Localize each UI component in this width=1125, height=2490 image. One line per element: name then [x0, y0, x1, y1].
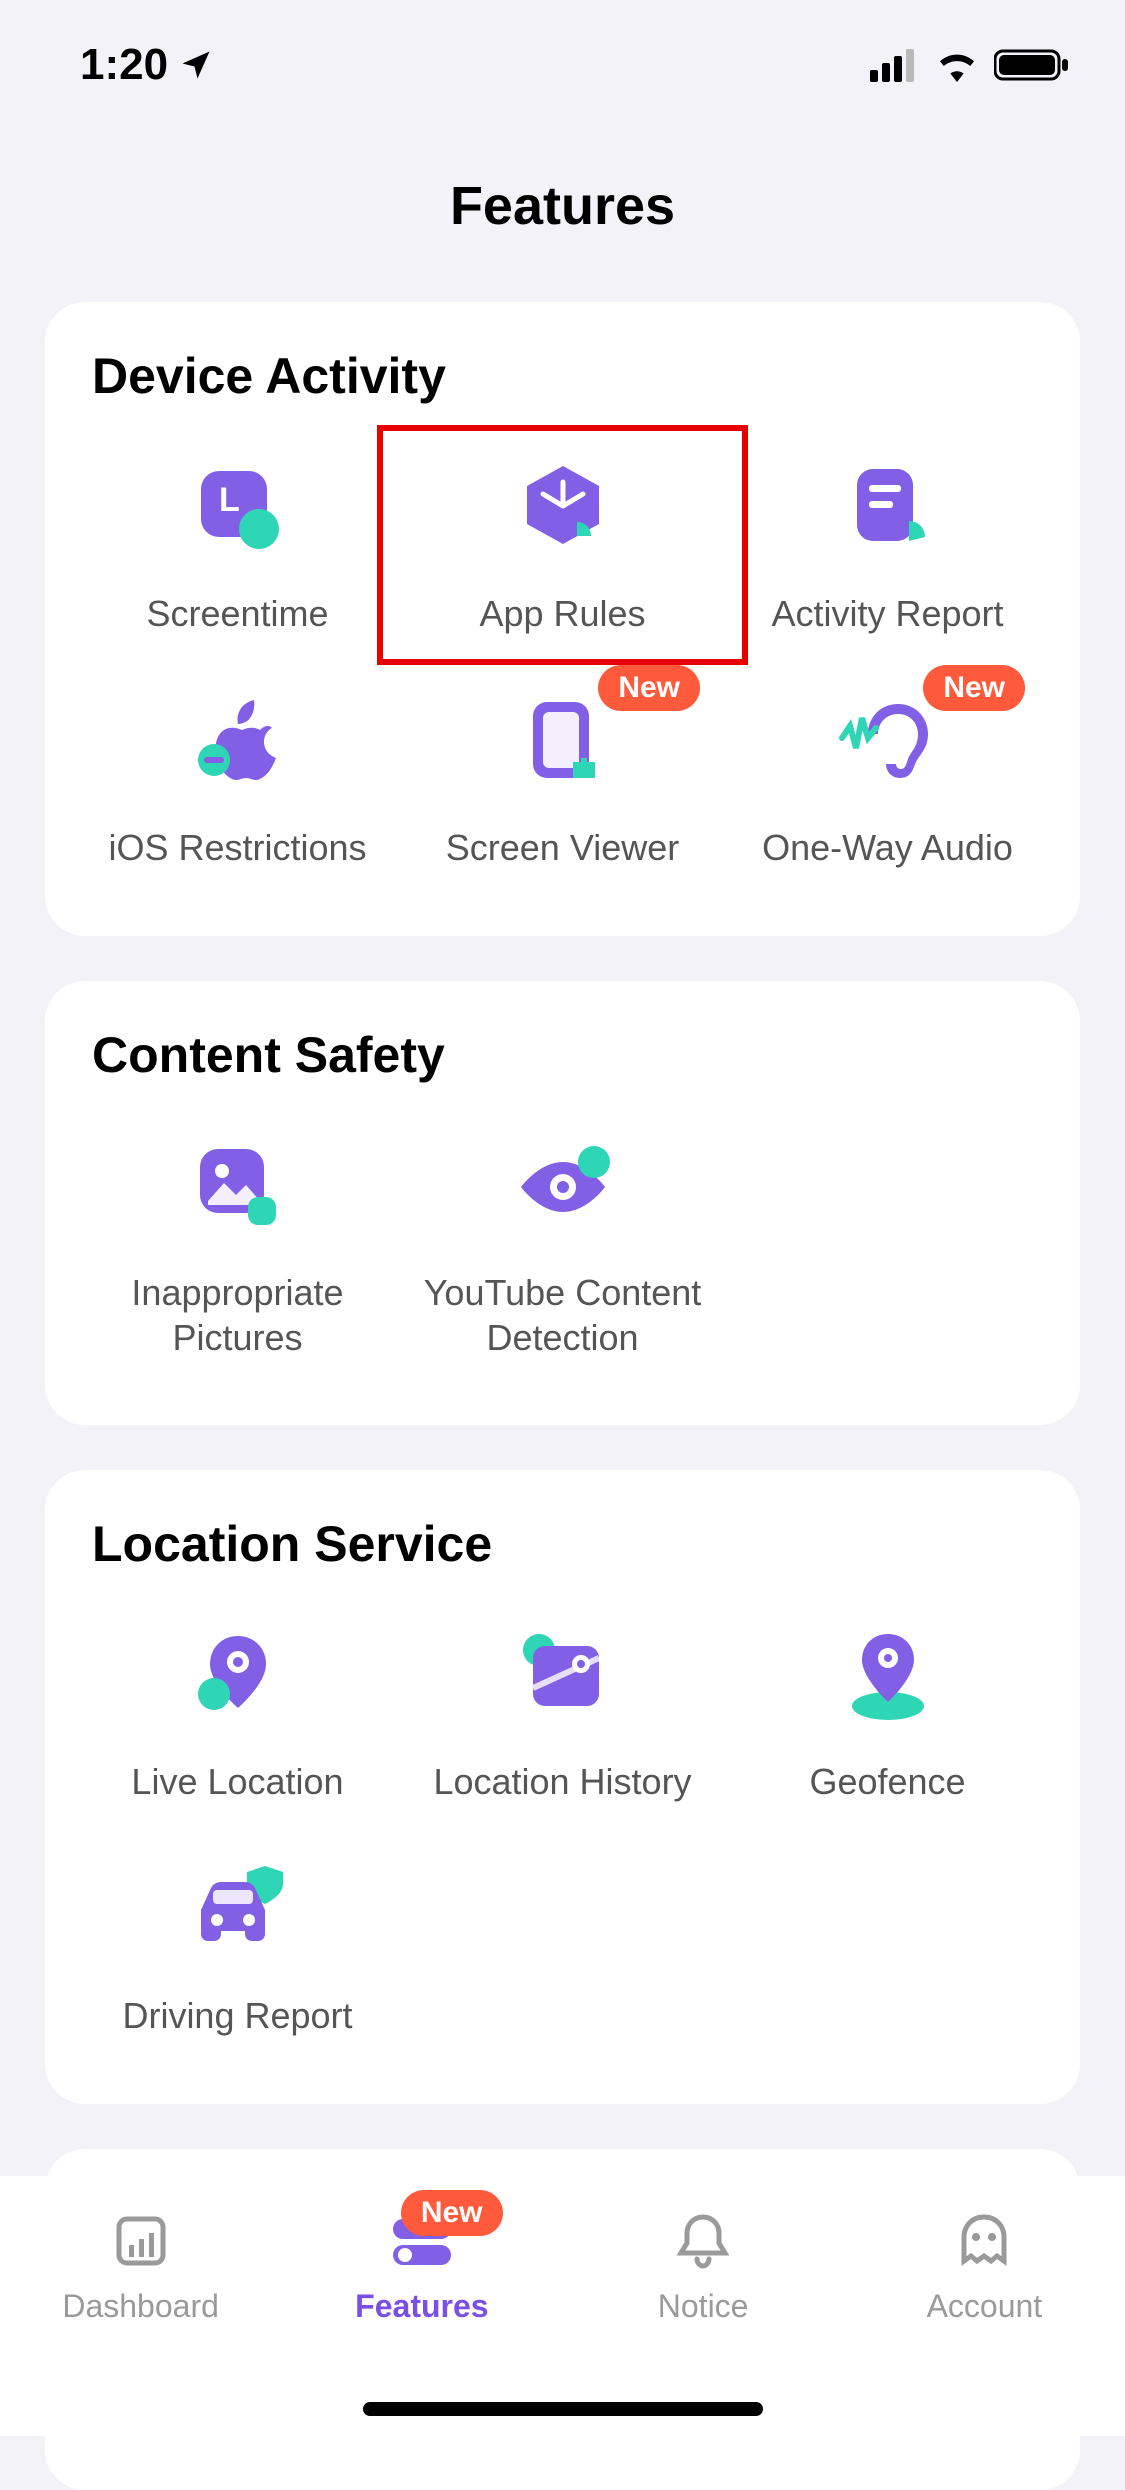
feature-app-rules[interactable]: App Rules [405, 443, 720, 647]
tab-bar: Dashboard New Features Notice [0, 2176, 1125, 2436]
feature-youtube-content-detection[interactable]: YouTube Content Detection [405, 1122, 720, 1370]
section-title: Device Activity [80, 347, 1045, 405]
status-right [870, 47, 1070, 83]
home-indicator[interactable] [363, 2402, 763, 2416]
new-badge: New [401, 2190, 503, 2236]
feature-label: Location History [433, 1759, 691, 1805]
tab-features[interactable]: New Features [281, 2206, 562, 2325]
location-arrow-icon [178, 47, 214, 83]
section-content-safety: Content Safety Inappropriate Pictures [45, 981, 1080, 1425]
tab-label: Dashboard [62, 2288, 219, 2325]
location-service-grid: Live Location Location History [80, 1611, 1045, 2049]
pin-live-icon [183, 1621, 293, 1731]
status-time: 1:20 [80, 40, 168, 90]
feature-label: Driving Report [122, 1993, 352, 2039]
tab-label: Notice [658, 2288, 749, 2325]
tab-dashboard[interactable]: Dashboard [0, 2206, 281, 2325]
status-left: 1:20 [80, 40, 214, 90]
ghost-icon [949, 2206, 1019, 2276]
page-title: Features [0, 175, 1125, 237]
calendar-bars-icon [106, 2206, 176, 2276]
feature-label: Activity Report [771, 591, 1003, 637]
tab-account[interactable]: Account [844, 2206, 1125, 2325]
battery-icon [994, 47, 1070, 83]
cellular-signal-icon [870, 48, 920, 82]
feature-one-way-audio[interactable]: New One-Way Audio [730, 677, 1045, 881]
feature-location-history[interactable]: Location History [405, 1611, 720, 1815]
apple-restriction-icon [183, 687, 293, 797]
feature-ios-restrictions[interactable]: iOS Restrictions [80, 677, 395, 881]
feature-inappropriate-pictures[interactable]: Inappropriate Pictures [80, 1122, 395, 1370]
feature-label: YouTube Content Detection [410, 1270, 715, 1360]
clock-square-icon: L [183, 453, 293, 563]
tab-label: Account [927, 2288, 1043, 2325]
cube-icon [508, 453, 618, 563]
content-safety-grid: Inappropriate Pictures YouTube Content D… [80, 1122, 1045, 1370]
feature-screen-viewer[interactable]: New Screen Viewer [405, 677, 720, 881]
pin-zone-icon [833, 1621, 943, 1731]
map-pin-icon [508, 1621, 618, 1731]
ear-wave-icon [833, 687, 943, 797]
eye-dot-icon [508, 1132, 618, 1242]
section-title: Location Service [80, 1515, 1045, 1573]
device-activity-grid: L Screentime App Rules [80, 443, 1045, 881]
feature-label: Screentime [146, 591, 328, 637]
sections-container: Device Activity L Screentime [0, 302, 1125, 2490]
section-title: Content Safety [80, 1026, 1045, 1084]
status-bar: 1:20 [0, 0, 1125, 100]
feature-activity-report[interactable]: Activity Report [730, 443, 1045, 647]
wifi-icon [934, 48, 980, 82]
feature-live-location[interactable]: Live Location [80, 1611, 395, 1815]
tab-notice[interactable]: Notice [563, 2206, 844, 2325]
feature-label: iOS Restrictions [108, 825, 366, 871]
section-location-service: Location Service Live Location [45, 1470, 1080, 2104]
image-flag-icon [183, 1132, 293, 1242]
bell-icon [668, 2206, 738, 2276]
new-badge: New [598, 665, 700, 711]
feature-label: Inappropriate Pictures [85, 1270, 390, 1360]
feature-label: Screen Viewer [446, 825, 679, 871]
feature-screentime[interactable]: L Screentime [80, 443, 395, 647]
tab-label: Features [355, 2288, 488, 2325]
tablet-camera-icon [508, 687, 618, 797]
feature-label: One-Way Audio [762, 825, 1013, 871]
feature-driving-report[interactable]: Driving Report [80, 1845, 395, 2049]
feature-label: Live Location [131, 1759, 343, 1805]
svg-text:L: L [219, 481, 240, 519]
section-device-activity: Device Activity L Screentime [45, 302, 1080, 936]
new-badge: New [923, 665, 1025, 711]
feature-geofence[interactable]: Geofence [730, 1611, 1045, 1815]
feature-label: Geofence [809, 1759, 965, 1805]
document-lines-icon [833, 453, 943, 563]
feature-label: App Rules [479, 591, 645, 637]
car-shield-icon [183, 1855, 293, 1965]
